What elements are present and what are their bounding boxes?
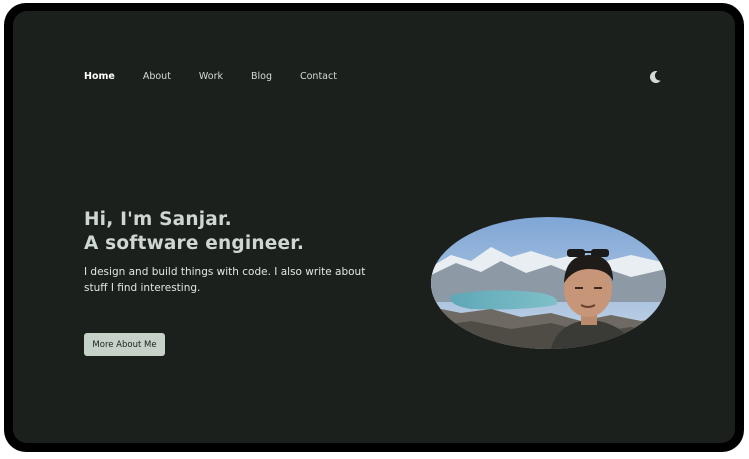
- profile-photo: [431, 217, 666, 349]
- nav-home[interactable]: Home: [84, 71, 115, 82]
- main-nav: Home About Work Blog Contact: [84, 71, 365, 82]
- hero-heading-line2: A software engineer.: [84, 233, 305, 254]
- more-about-me-button[interactable]: More About Me: [84, 333, 165, 356]
- theme-toggle-button[interactable]: [647, 69, 663, 85]
- device-frame: Home About Work Blog Contact Hi, I'm San…: [4, 3, 744, 452]
- hero-heading-line1: Hi, I'm Sanjar.: [84, 209, 232, 230]
- nav-work[interactable]: Work: [199, 71, 223, 82]
- hero-heading: Hi, I'm Sanjar. A software engineer.: [84, 208, 304, 256]
- nav-contact[interactable]: Contact: [300, 71, 337, 82]
- website-screen: Home About Work Blog Contact Hi, I'm San…: [13, 11, 735, 443]
- moon-icon: [649, 70, 661, 83]
- hero-description: I design and build things with code. I a…: [84, 266, 366, 294]
- nav-blog[interactable]: Blog: [251, 71, 272, 82]
- nav-about[interactable]: About: [143, 71, 171, 82]
